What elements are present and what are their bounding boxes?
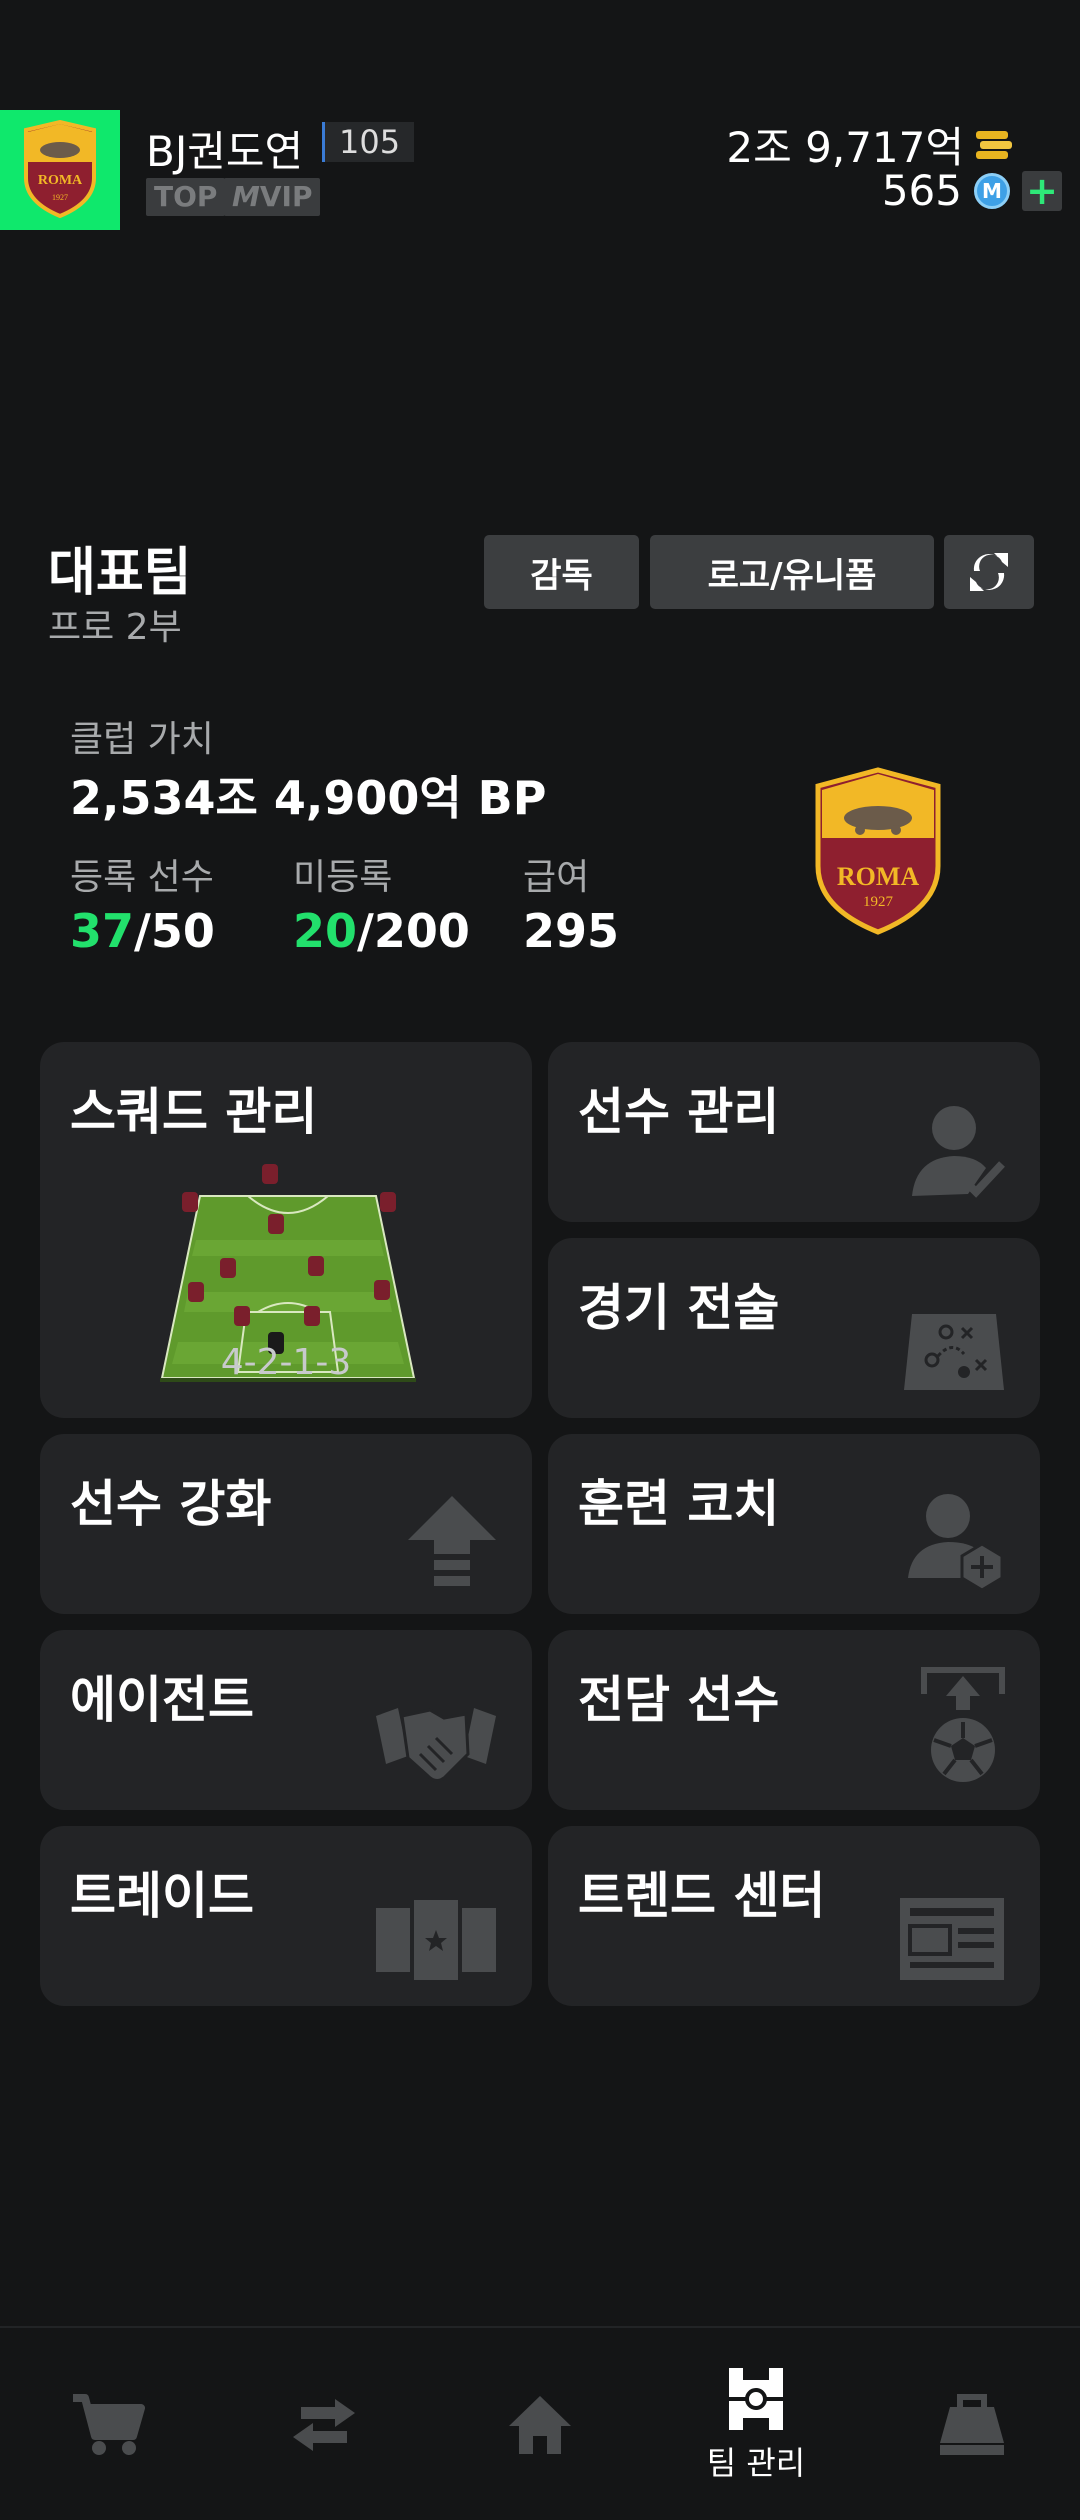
- tactics-title: 경기 전술: [578, 1279, 780, 1337]
- bottom-navigation: 팀 관리: [0, 2326, 1080, 2520]
- club-crest: ROMA 1927: [810, 766, 946, 940]
- nav-shop[interactable]: [0, 2328, 216, 2520]
- agent-title: 에이전트: [70, 1671, 254, 1729]
- trade-title: 트레이드: [70, 1867, 254, 1925]
- training-coach-card[interactable]: 훈련 코치: [548, 1434, 1040, 1614]
- nav-inventory[interactable]: [864, 2328, 1080, 2520]
- salary-value: 295: [523, 904, 620, 958]
- top-badge: TOP: [146, 178, 226, 216]
- nav-team-management[interactable]: 팀 관리: [648, 2328, 864, 2520]
- club-value: 2,534조 4,900억 BP: [70, 771, 547, 825]
- add-coins-button[interactable]: +: [1022, 169, 1062, 213]
- unregistered-value: 20/200: [293, 904, 470, 958]
- cart-icon: [73, 2394, 145, 2455]
- nav-team-management-label: 팀 관리: [706, 2444, 806, 2482]
- coach-button[interactable]: 감독: [484, 535, 639, 609]
- trade-card[interactable]: 트레이드: [40, 1826, 532, 2006]
- switch-team-button[interactable]: [944, 535, 1034, 609]
- refresh-icon: [970, 553, 1008, 591]
- nav-transfer[interactable]: [216, 2328, 432, 2520]
- top-header: ROMA 1927 BJ권도연 105 TOP MVIP 2조 9,717억 5…: [0, 110, 1080, 230]
- crest-name: ROMA: [836, 862, 920, 891]
- agent-card[interactable]: 에이전트: [40, 1630, 532, 1810]
- tactics-board-icon: [904, 1314, 1004, 1390]
- team-division: 프로 2부: [48, 607, 182, 648]
- m-coin-icon: M: [974, 172, 1010, 209]
- trend-title: 트렌드 센터: [578, 1867, 826, 1925]
- formation-label: 4-2-1-3: [220, 1342, 352, 1383]
- svg-text:1927: 1927: [52, 193, 68, 202]
- enhance-title: 선수 강화: [70, 1475, 272, 1533]
- home-icon: [509, 2396, 571, 2454]
- unregistered-label: 미등록: [293, 857, 393, 898]
- handshake-icon: [376, 1708, 496, 1783]
- salary-label: 급여: [523, 857, 590, 898]
- team-title: 대표팀: [48, 543, 192, 603]
- player-mgmt-title: 선수 관리: [578, 1083, 780, 1141]
- squad-management-card[interactable]: 스쿼드 관리 4-2-1-3: [40, 1042, 532, 1418]
- briefcase-icon: [940, 2394, 1004, 2455]
- upgrade-arrow-icon: [408, 1496, 496, 1586]
- club-value-label: 클럽 가치: [70, 719, 214, 760]
- registered-label: 등록 선수: [70, 857, 214, 898]
- nav-home[interactable]: [432, 2328, 648, 2520]
- vip-badge: MVIP: [224, 178, 321, 216]
- logo-uniform-button[interactable]: 로고/유니폼: [650, 535, 934, 609]
- player-management-card[interactable]: 선수 관리: [548, 1042, 1040, 1222]
- dedicated-ball-icon: [921, 1667, 1005, 1782]
- player-enhance-card[interactable]: 선수 강화: [40, 1434, 532, 1614]
- club-logo-button[interactable]: ROMA 1927: [0, 110, 120, 230]
- coin-amount: 565: [881, 166, 962, 215]
- trade-cards-icon: [376, 1900, 496, 1980]
- training-coach-title: 훈련 코치: [578, 1475, 780, 1533]
- svg-text:ROMA: ROMA: [38, 173, 83, 188]
- match-tactics-card[interactable]: 경기 전술: [548, 1238, 1040, 1418]
- squad-title: 스쿼드 관리: [70, 1083, 318, 1141]
- trend-center-card[interactable]: 트렌드 센터: [548, 1826, 1040, 2006]
- registered-value: 37/50: [70, 904, 215, 958]
- crest-year: 1927: [863, 894, 893, 910]
- username: BJ권도연: [146, 127, 304, 176]
- dedicated-title: 전담 선수: [578, 1671, 780, 1729]
- vip-m-icon: M: [232, 180, 260, 213]
- coach-add-icon: [908, 1494, 1004, 1590]
- roma-crest-icon: ROMA 1927: [24, 120, 96, 219]
- newspaper-icon: [900, 1898, 1004, 1980]
- dedicated-player-card[interactable]: 전담 선수: [548, 1630, 1040, 1810]
- team-management-icon: [729, 2368, 783, 2430]
- transfer-icon: [293, 2399, 355, 2451]
- bp-coins-icon: [976, 130, 1012, 159]
- player-check-icon: [912, 1106, 1005, 1198]
- level-badge: 105: [322, 122, 415, 162]
- fc-coin-row: 565 M +: [882, 166, 1062, 215]
